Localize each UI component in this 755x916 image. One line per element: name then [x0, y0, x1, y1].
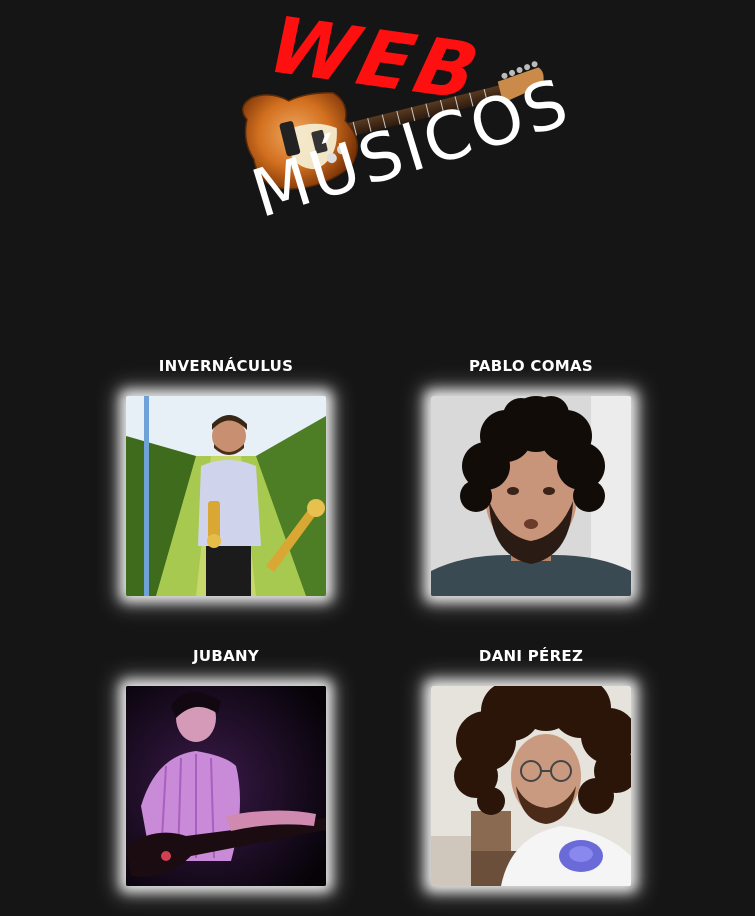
- musician-name: INVERNÁCULUS: [158, 357, 294, 375]
- musician-photo[interactable]: [126, 686, 326, 886]
- page: WEB MÚSICOS INVERNÁCULUS PABLO COMAS JUB…: [0, 0, 755, 916]
- musician-card[interactable]: INVERNÁCULUS: [116, 356, 336, 596]
- musician-name: JUBANY: [192, 647, 260, 665]
- musician-photo[interactable]: [431, 686, 631, 886]
- musician-photo[interactable]: [126, 396, 326, 596]
- musician-name: PABLO COMAS: [468, 357, 594, 375]
- musician-photo[interactable]: [431, 396, 631, 596]
- musician-name: DANI PÉREZ: [478, 647, 584, 665]
- musician-card[interactable]: PABLO COMAS: [421, 356, 641, 596]
- musician-card[interactable]: JUBANY: [116, 646, 336, 886]
- site-logo[interactable]: WEB MÚSICOS: [230, 1, 579, 305]
- musician-card[interactable]: DANI PÉREZ: [421, 646, 641, 886]
